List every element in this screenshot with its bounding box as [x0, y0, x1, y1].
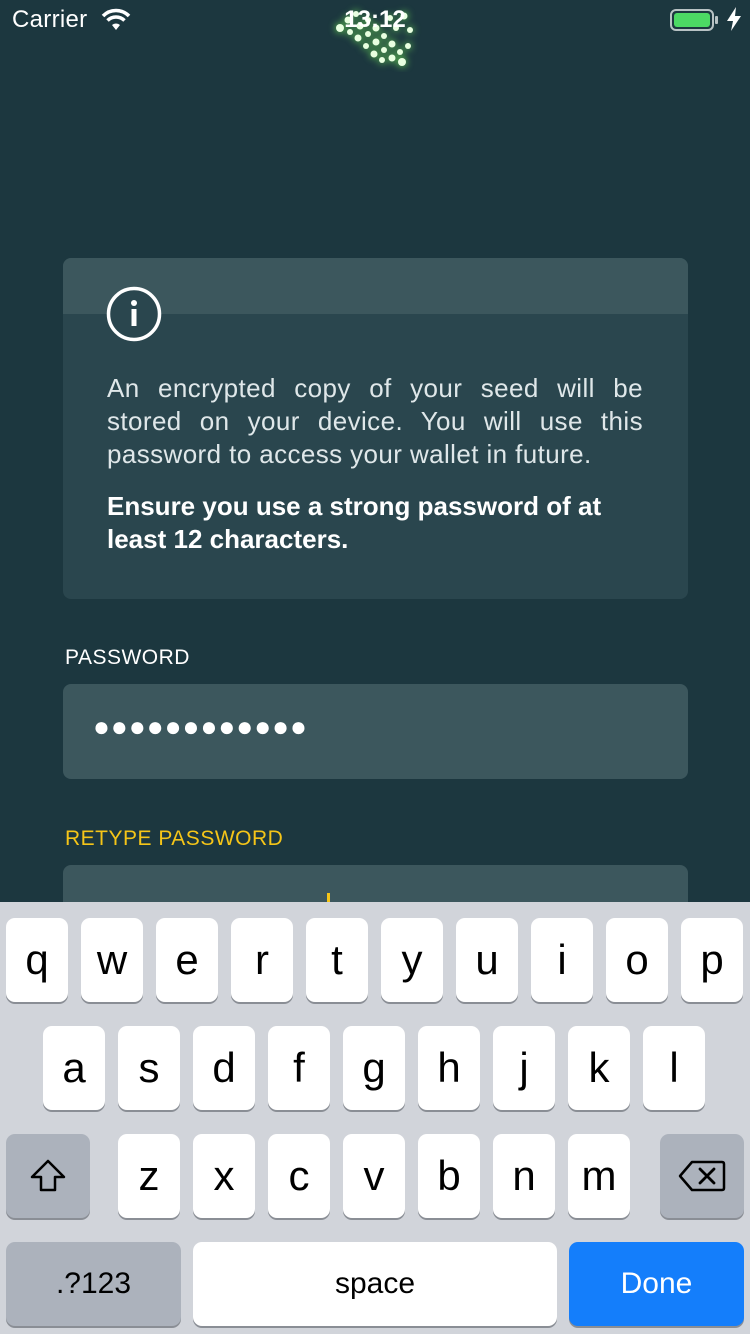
- info-card: An encrypted copy of your seed will be s…: [63, 258, 688, 599]
- done-key[interactable]: Done: [569, 1242, 744, 1326]
- key-g[interactable]: g: [343, 1026, 405, 1110]
- info-description: An encrypted copy of your seed will be s…: [107, 373, 643, 469]
- key-m[interactable]: m: [568, 1134, 630, 1218]
- password-field[interactable]: ●●●●●●●●●●●●: [63, 684, 688, 779]
- key-i[interactable]: i: [531, 918, 593, 1002]
- key-f[interactable]: f: [268, 1026, 330, 1110]
- key-o[interactable]: o: [606, 918, 668, 1002]
- key-a[interactable]: a: [43, 1026, 105, 1110]
- key-k[interactable]: k: [568, 1026, 630, 1110]
- shift-icon: [30, 1159, 66, 1192]
- info-icon: [106, 286, 162, 342]
- key-r[interactable]: r: [231, 918, 293, 1002]
- key-d[interactable]: d: [193, 1026, 255, 1110]
- key-b[interactable]: b: [418, 1134, 480, 1218]
- key-n[interactable]: n: [493, 1134, 555, 1218]
- backspace-key[interactable]: [660, 1134, 744, 1218]
- password-label: PASSWORD: [65, 646, 190, 669]
- key-q[interactable]: q: [6, 918, 68, 1002]
- backspace-icon: [678, 1160, 726, 1192]
- clock: 13:12: [344, 6, 406, 33]
- key-c[interactable]: c: [268, 1134, 330, 1218]
- key-u[interactable]: u: [456, 918, 518, 1002]
- key-x[interactable]: x: [193, 1134, 255, 1218]
- space-key[interactable]: space: [193, 1242, 557, 1326]
- key-z[interactable]: z: [118, 1134, 180, 1218]
- key-t[interactable]: t: [306, 918, 368, 1002]
- key-p[interactable]: p: [681, 918, 743, 1002]
- retype-password-label: RETYPE PASSWORD: [65, 827, 284, 850]
- numbers-key[interactable]: .?123: [6, 1242, 181, 1326]
- key-e[interactable]: e: [156, 918, 218, 1002]
- key-w[interactable]: w: [81, 918, 143, 1002]
- key-j[interactable]: j: [493, 1026, 555, 1110]
- status-bar: Carrier 13:12: [0, 0, 750, 66]
- shift-key[interactable]: [6, 1134, 90, 1218]
- key-v[interactable]: v: [343, 1134, 405, 1218]
- key-s[interactable]: s: [118, 1026, 180, 1110]
- keyboard: q w e r t y u i o p a s d f g h j k l z …: [0, 902, 750, 1334]
- key-y[interactable]: y: [381, 918, 443, 1002]
- info-warning: Ensure you use a strong password of at l…: [107, 491, 602, 554]
- password-value: ●●●●●●●●●●●●: [93, 711, 308, 742]
- key-l[interactable]: l: [643, 1026, 705, 1110]
- key-h[interactable]: h: [418, 1026, 480, 1110]
